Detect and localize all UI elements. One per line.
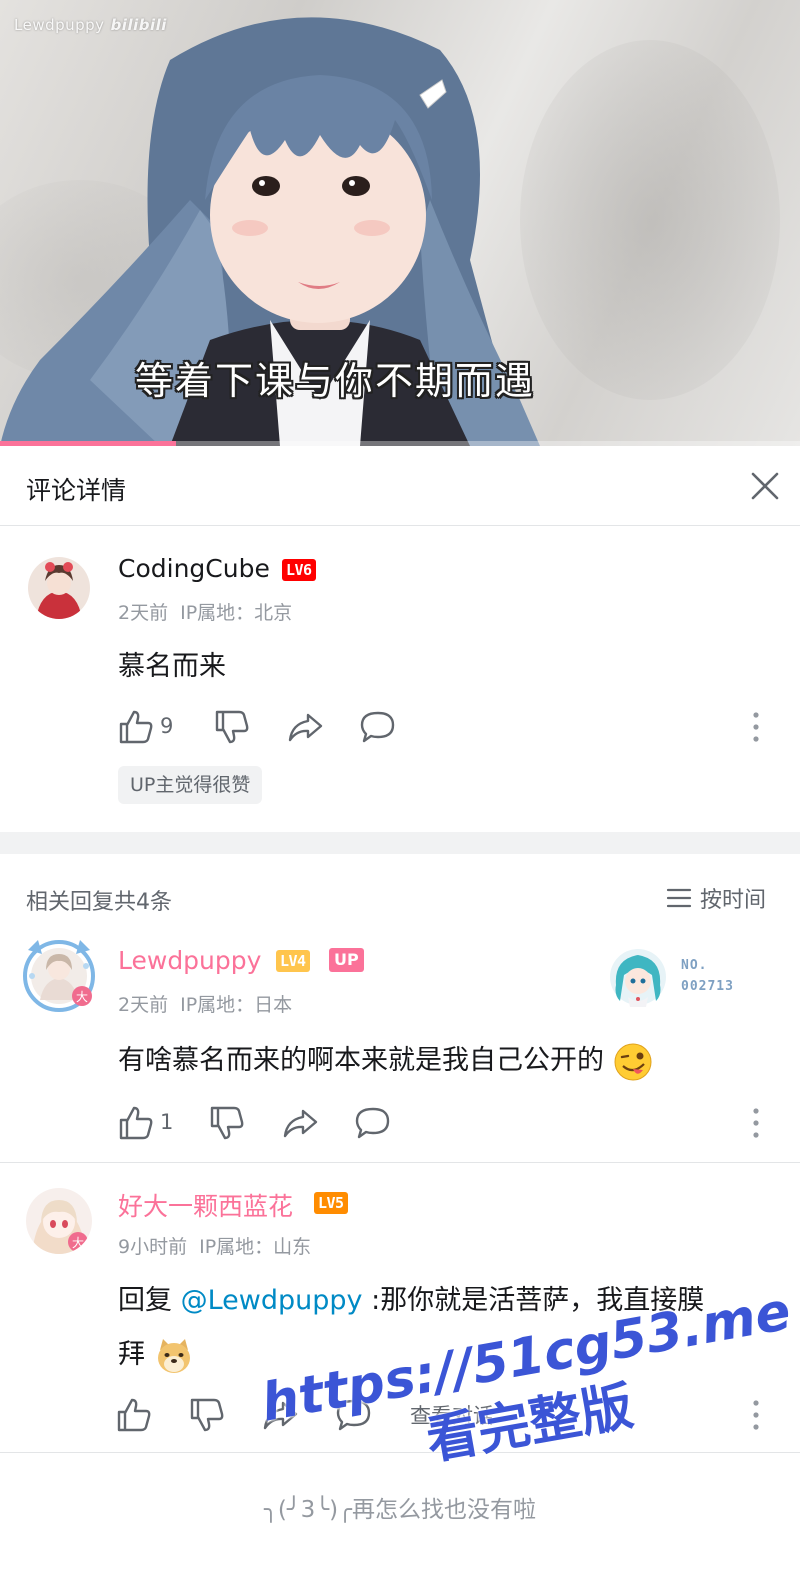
reply-ip: IP属地：日本 [180,994,293,1016]
comment-text: 慕名而来 [118,651,226,682]
reply-time: 2天前 [118,994,169,1016]
reply-icon[interactable] [358,707,398,747]
level-badge: LV4 [276,950,310,972]
reply-username[interactable]: Lewdpuppy [118,946,261,975]
dislike-icon[interactable] [207,1103,247,1143]
panel-title: 评论详情 [26,476,127,505]
comment-username[interactable]: CodingCube [118,554,270,583]
sort-label: 按时间 [700,888,767,913]
level-badge: LV6 [282,559,316,581]
video-player[interactable]: Lewdpuppy bilibili 等着下课与你不期而遇 [0,0,800,446]
reply-ip: IP属地：山东 [199,1236,312,1258]
more-options-icon[interactable] [750,709,762,745]
reply-text: 有啥慕名而来的啊本来就是我自己公开的 [118,1034,653,1088]
reply-time: 9小时前 [118,1236,188,1258]
like-count: 9 [160,714,174,738]
avatar-with-frame[interactable]: 大 [20,936,98,1014]
reply-meta: 2天前 IP属地：日本 [118,990,292,1017]
like-icon[interactable] [114,1395,154,1435]
more-options-icon[interactable] [750,1105,762,1141]
svg-text:大: 大 [72,1236,84,1250]
reply-meta: 9小时前 IP属地：山东 [118,1232,311,1259]
avatar[interactable]: 大 [26,1188,92,1254]
video-watermark: Lewdpuppy bilibili [14,16,167,34]
sort-by-time-button[interactable]: 按时间 [666,882,766,914]
section-divider [0,832,800,854]
sort-icon [666,888,692,908]
comment-detail-header: 评论详情 [0,446,800,526]
comment-meta: 2天前 IP属地：北京 [118,598,292,625]
video-subtitle: 等着下课与你不期而遇 [134,359,535,403]
level-badge: LV5 [314,1192,348,1214]
doge-emoji [157,1338,190,1373]
up-badge: UP [329,948,364,972]
fan-medal-number: NO. 002713 [681,958,734,994]
up-liked-tag: UP主觉得很赞 [118,766,263,804]
comment-time: 2天前 [118,602,169,624]
share-icon[interactable] [280,1103,320,1143]
fan-medal-icon [610,949,666,1007]
mention-link[interactable]: @Lewdpuppy [181,1285,363,1316]
reply-username[interactable]: 好大一颗西蓝花 [118,1187,293,1223]
like-icon[interactable] [116,707,156,747]
wink-tongue-emoji [614,1043,652,1080]
svg-text:大: 大 [76,990,88,1004]
dislike-icon[interactable] [212,707,252,747]
reply-divider [0,1162,800,1163]
dislike-icon[interactable] [187,1395,227,1435]
close-icon[interactable] [745,466,785,506]
like-count: 1 [160,1110,174,1134]
replies-count-title: 相关回复共4条 [26,890,172,915]
share-icon[interactable] [285,707,325,747]
avatar[interactable] [28,557,90,619]
reply-icon[interactable] [353,1103,393,1143]
comment-ip: IP属地：北京 [180,602,293,624]
like-icon[interactable] [116,1103,156,1143]
